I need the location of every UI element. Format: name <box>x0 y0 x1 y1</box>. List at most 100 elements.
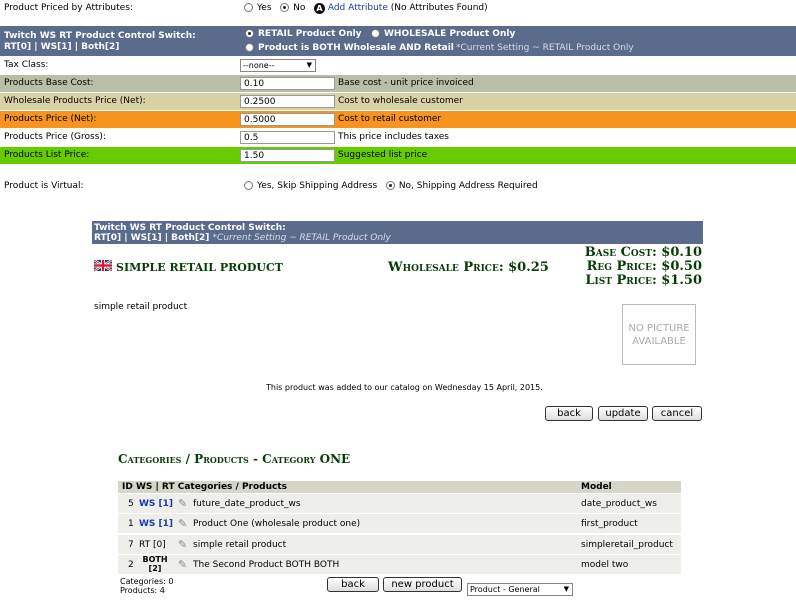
switch-wholesale-option[interactable]: WHOLESALE Product Only <box>371 29 515 39</box>
row-model: date_product_ws <box>581 499 657 509</box>
switch-both-radio[interactable] <box>245 43 254 52</box>
preview-list-price: List Price: $1.50 <box>585 273 702 288</box>
virtual-no-label: No, Shipping Address Required <box>398 181 538 191</box>
tax-class-row: Tax Class: --none-- ▼ <box>0 57 796 74</box>
switch-both-option[interactable]: Product is BOTH Wholesale AND Retail <box>245 43 454 53</box>
no-picture-line-2: AVAILABLE <box>632 336 686 347</box>
chevron-down-icon: ▼ <box>306 61 312 69</box>
catalog-col-model: Model <box>581 482 612 492</box>
switch-wholesale-radio[interactable] <box>371 29 380 38</box>
preview-switch-codes: RT[0] | WS[1] | Both[2] *Current Setting… <box>94 233 391 243</box>
gross-price-label: Products Price (Gross): <box>4 132 106 142</box>
preview-wholesale-price: Wholesale Price: $0.25 <box>388 260 549 275</box>
row-model: first_product <box>581 519 638 529</box>
tax-class-value: --none-- <box>243 61 275 70</box>
preview-switch-title: Twitch WS RT Product Control Switch: <box>94 223 286 233</box>
row-id: 7 <box>128 540 134 550</box>
virtual-yes-radio[interactable] <box>244 181 253 190</box>
row-model: model two <box>581 560 629 570</box>
chevron-down-icon: ▼ <box>563 585 569 593</box>
row-name[interactable]: Product One (wholesale product one) <box>193 519 360 529</box>
no-picture-line-1: NO PICTURE <box>628 323 690 334</box>
catalog-col-id: ID WS | RT Categories / Products <box>122 482 288 492</box>
catalog-back-button[interactable]: back <box>327 577 379 592</box>
wholesale-price-label: Wholesale Products Price (Net): <box>4 96 146 106</box>
products-count: Products: 4 <box>120 586 165 595</box>
switch-wholesale-label: WHOLESALE Product Only <box>384 29 516 39</box>
edit-icon[interactable]: ✎ <box>178 497 187 510</box>
uk-flag-icon <box>93 259 113 274</box>
control-switch-codes: RT[0] | WS[1] | Both[2] <box>4 42 120 52</box>
no-picture-placeholder: NO PICTURE AVAILABLE <box>622 304 696 365</box>
wholesale-price-row: Wholesale Products Price (Net): 0.2500 C… <box>0 93 796 110</box>
net-price-label: Products Price (Net): <box>4 114 97 124</box>
product-type-select[interactable]: Product - General ▼ <box>467 583 573 596</box>
gross-price-row: Products Price (Gross): 0.5 This price i… <box>0 129 796 146</box>
row-name[interactable]: future_date_product_ws <box>193 499 301 509</box>
virtual-options: Yes, Skip Shipping Address No, Shipping … <box>244 181 538 191</box>
attributes-no-radio[interactable] <box>280 3 290 12</box>
table-row[interactable]: 5 WS [1] ✎ future_date_product_ws date_p… <box>118 493 681 513</box>
list-price-input[interactable]: 1.50 <box>240 149 335 162</box>
attributes-status: (No Attributes Found) <box>390 3 488 13</box>
switch-retail-radio[interactable] <box>245 29 254 38</box>
catalog-table-header: ID WS | RT Categories / Products Model <box>118 481 681 493</box>
attributes-label: Product Priced by Attributes: <box>4 3 133 13</box>
table-row[interactable]: 7 RT [0] ✎ simple retail product simpler… <box>118 534 681 554</box>
list-price-hint: Suggested list price <box>338 150 428 160</box>
preview-switch-bar: Twitch WS RT Product Control Switch: RT[… <box>92 221 703 244</box>
row-type[interactable]: WS [1] <box>139 499 173 509</box>
preview-switch-codes-text: RT[0] | WS[1] | Both[2] <box>94 233 210 243</box>
switch-both-label: Product is BOTH Wholesale AND Retail <box>258 43 454 53</box>
table-row[interactable]: 2 BOTH [2] ✎ The Second Product BOTH BOT… <box>118 554 681 574</box>
update-button[interactable]: update <box>598 406 648 421</box>
preview-base-cost: Base Cost: $0.10 <box>584 245 702 260</box>
row-type[interactable]: BOTH [2] <box>140 555 170 573</box>
wholesale-price-input[interactable]: 0.2500 <box>240 95 335 108</box>
wholesale-price-hint: Cost to wholesale customer <box>338 96 463 106</box>
net-price-input[interactable]: 0.5000 <box>240 113 335 126</box>
gross-price-input[interactable]: 0.5 <box>240 131 335 144</box>
row-id: 1 <box>128 519 134 529</box>
new-product-button[interactable]: new product <box>383 577 462 592</box>
tax-class-label: Tax Class: <box>4 60 49 70</box>
attributes-yes-radio[interactable] <box>244 3 253 12</box>
net-price-row: Products Price (Net): 0.5000 Cost to ret… <box>0 111 796 128</box>
list-price-row: Products List Price: 1.50 Suggested list… <box>0 147 796 164</box>
gross-price-hint: This price includes taxes <box>338 132 449 142</box>
row-id: 5 <box>128 499 134 509</box>
product-type-value: Product - General <box>470 585 540 594</box>
virtual-no-radio[interactable] <box>385 181 395 190</box>
switch-retail-option[interactable]: RETAIL Product Only <box>245 29 362 39</box>
preview-switch-current: *Current Setting ~ RETAIL Product Only <box>212 233 391 243</box>
edit-icon[interactable]: ✎ <box>178 517 187 530</box>
base-cost-input[interactable]: 0.10 <box>240 77 335 90</box>
preview-price-block: Base Cost: $0.10 Reg Price: $0.50 List P… <box>585 246 702 288</box>
catalog-counts: Categories: 0 Products: 4 <box>120 577 173 595</box>
row-type[interactable]: RT [0] <box>139 540 166 550</box>
add-attribute-icon[interactable]: A <box>313 3 325 14</box>
row-type[interactable]: WS [1] <box>139 519 173 529</box>
preview-reg-price: Reg Price: $0.50 <box>586 259 702 274</box>
list-price-label: Products List Price: <box>4 150 90 160</box>
row-id: 2 <box>128 560 134 570</box>
add-attribute-link[interactable]: Add Attribute <box>328 3 388 13</box>
row-name[interactable]: The Second Product BOTH BOTH <box>193 560 339 570</box>
tax-class-select[interactable]: --none-- ▼ <box>240 59 316 72</box>
virtual-yes-label: Yes, Skip Shipping Address <box>257 181 378 191</box>
edit-icon[interactable]: ✎ <box>178 538 187 551</box>
row-name[interactable]: simple retail product <box>193 540 286 550</box>
table-row[interactable]: 1 WS [1] ✎ Product One (wholesale produc… <box>118 513 681 533</box>
edit-icon[interactable]: ✎ <box>178 558 187 571</box>
base-cost-label: Products Base Cost: <box>4 78 94 88</box>
preview-description: simple retail product <box>94 302 188 312</box>
categories-count: Categories: 0 <box>120 577 174 586</box>
cancel-button[interactable]: cancel <box>652 406 702 421</box>
row-model: simpleretail_product <box>581 540 673 550</box>
net-price-hint: Cost to retail customer <box>338 114 442 124</box>
control-switch-title: Twitch WS RT Product Control Switch: <box>4 31 196 41</box>
preview-back-button[interactable]: back <box>545 406 593 421</box>
added-date-note: This product was added to our catalog on… <box>266 383 543 392</box>
base-cost-hint: Base cost - unit price invoiced <box>338 78 474 88</box>
attributes-yes-label: Yes <box>257 3 272 13</box>
